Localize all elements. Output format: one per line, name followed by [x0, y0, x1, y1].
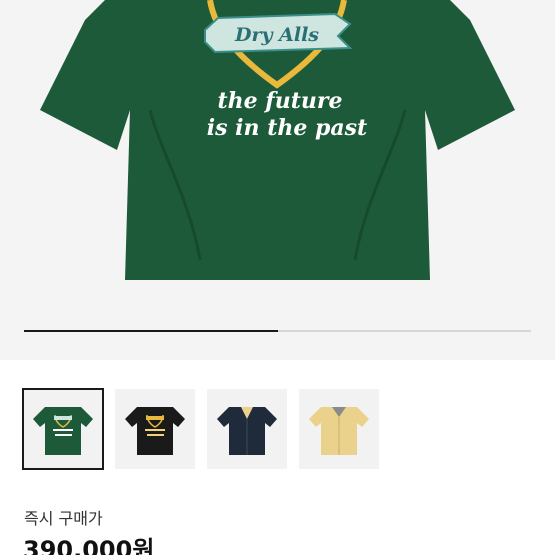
slogan-line-1: the future	[217, 88, 342, 114]
banner-text: Dry Alls	[234, 24, 319, 46]
shirt-thumbnail-icon	[309, 407, 369, 455]
thumbnail-black-shirt[interactable]	[115, 389, 195, 469]
shirt-thumbnail-icon	[33, 407, 93, 455]
thumbnail-strip	[22, 388, 383, 470]
thumbnail-navy-shirt[interactable]	[207, 389, 287, 469]
shirt-image: Dry Alls the future is in the past	[40, 0, 515, 280]
thumbnail-yellow-shirt[interactable]	[299, 389, 379, 469]
price-value: 390,000원	[23, 536, 155, 555]
slogan-line-2: is in the past	[207, 115, 367, 141]
carousel-progress-track	[24, 330, 531, 332]
product-image-carousel[interactable]: Dry Alls the future is in the past	[0, 0, 555, 360]
thumbnail-green-shirt[interactable]	[22, 388, 104, 470]
shirt-thumbnail-icon	[125, 407, 185, 455]
price-label: 즉시 구매가	[24, 509, 103, 528]
carousel-progress-fill	[24, 330, 278, 332]
shirt-thumbnail-icon	[217, 407, 277, 455]
